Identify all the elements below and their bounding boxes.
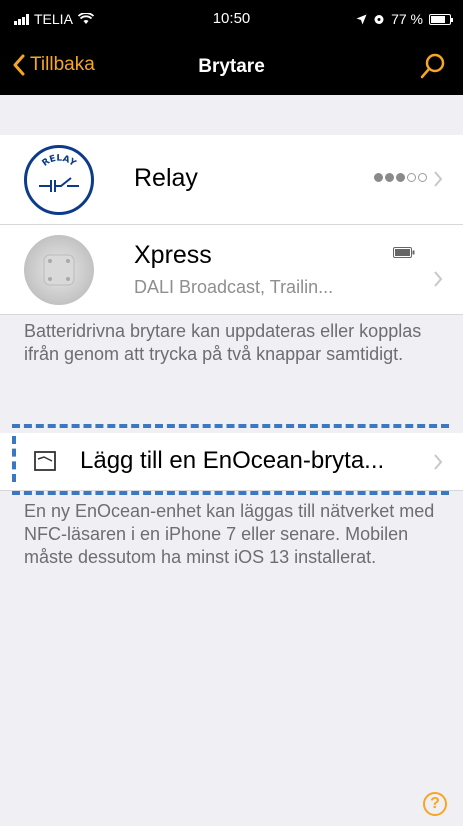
status-bar: TELIA 10:50 77 % xyxy=(0,0,463,40)
highlight-bottom-dash xyxy=(12,491,449,495)
add-enocean-label: Lägg till en EnOcean-bryta... xyxy=(80,447,385,474)
chevron-right-icon xyxy=(434,171,443,187)
device-row-xpress[interactable]: Xpress DALI Broadcast, Trailin... xyxy=(0,225,463,315)
relay-icon-text: RELAY xyxy=(41,154,78,169)
search-icon[interactable] xyxy=(419,52,447,80)
help-button[interactable]: ? xyxy=(423,792,447,816)
battery-icon xyxy=(429,13,453,25)
chevron-right-icon xyxy=(434,271,443,287)
relay-symbol-icon: RELAY xyxy=(39,154,79,192)
alarm-icon xyxy=(374,15,384,24)
device-name: Xpress xyxy=(134,241,212,269)
highlight-top-dash xyxy=(12,424,449,428)
relay-icon: RELAY xyxy=(24,145,94,215)
enocean-info-text: En ny EnOcean-enhet kan läggas till nätv… xyxy=(24,501,435,567)
svg-text:RELAY: RELAY xyxy=(41,154,78,169)
location-arrow-icon xyxy=(356,14,367,24)
battery-percent: 77 % xyxy=(391,11,423,27)
page-title: Brytare xyxy=(198,56,265,77)
signal-strength-dots xyxy=(374,173,427,182)
navigation-bar: Tillbaka Brytare xyxy=(0,40,463,95)
top-bar: TELIA 10:50 77 % Tillbaka Brytare xyxy=(0,0,463,95)
enocean-switch-icon xyxy=(34,451,56,471)
xpress-icon xyxy=(24,235,94,305)
status-right: 77 % xyxy=(356,11,453,27)
chevron-right-icon xyxy=(434,454,443,470)
highlight-left-dash xyxy=(12,436,16,482)
device-subtitle: DALI Broadcast, Trailin... xyxy=(134,277,334,297)
device-name: Relay xyxy=(134,164,198,192)
add-enocean-switch-row[interactable]: Lägg till en EnOcean-bryta... xyxy=(0,433,463,491)
battery-icon xyxy=(393,247,415,258)
battery-info-text: Batteridrivna brytare kan uppdateras ell… xyxy=(24,321,422,364)
device-row-relay[interactable]: RELAY Relay xyxy=(0,135,463,225)
